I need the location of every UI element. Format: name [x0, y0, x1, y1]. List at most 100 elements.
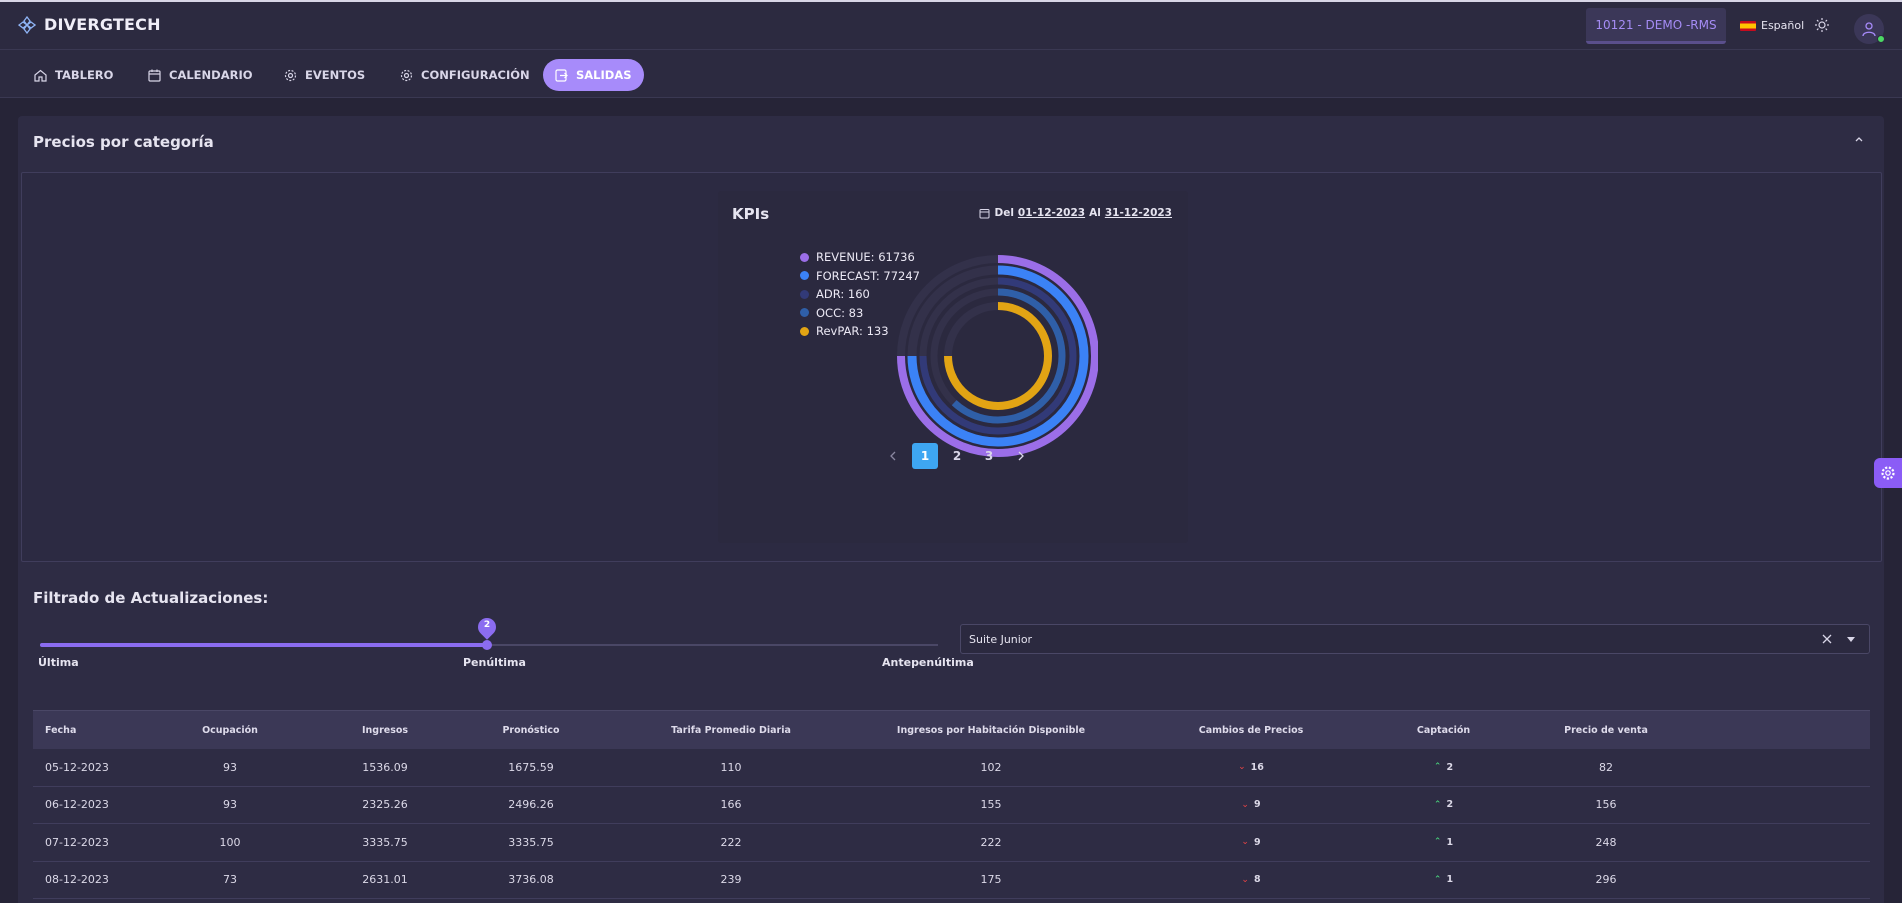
- online-status-dot: [1877, 35, 1885, 43]
- language-selector[interactable]: Español: [1740, 19, 1804, 32]
- pagination: 1 2 3: [880, 443, 1034, 469]
- chevron-right-icon: [1018, 451, 1024, 461]
- legend-item-revpar: RevPAR: 133: [800, 322, 920, 341]
- date-mid: Al: [1089, 207, 1101, 219]
- logo-icon: [18, 15, 36, 34]
- cell-price-changes: ⌄ 9: [1121, 799, 1381, 810]
- next-page-button[interactable]: [1008, 443, 1034, 469]
- spain-flag-icon: [1740, 20, 1756, 31]
- legend-dot: [800, 252, 809, 262]
- cell-occupancy: 100: [219, 835, 241, 849]
- nav-calendario[interactable]: CALENDARIO: [136, 59, 265, 91]
- page-button-2[interactable]: 2: [944, 443, 970, 469]
- arrow-up-icon: ⌃: [1433, 874, 1442, 885]
- column-header[interactable]: Fecha: [33, 725, 151, 736]
- nav-label: CONFIGURACIÓN: [421, 68, 530, 82]
- legend-item-revenue: REVENUE: 61736: [800, 248, 920, 267]
- cell-date: 07-12-2023: [45, 835, 109, 849]
- calendar-icon: [979, 208, 990, 218]
- language-label: Español: [1761, 19, 1805, 32]
- arrow-down-icon: ⌄: [1241, 837, 1249, 848]
- cell-forecast: 3335.75: [508, 835, 554, 849]
- filter-title: Filtrado de Actualizaciones:: [33, 589, 269, 607]
- cell-price-changes: ⌄ 8: [1121, 874, 1381, 885]
- cell-revenue: 1536.09: [362, 760, 408, 774]
- room-type-select[interactable]: Suite Junior: [960, 624, 1870, 654]
- chart-legend: REVENUE: 61736 FORECAST: 77247 ADR: 160 …: [800, 248, 920, 341]
- column-header[interactable]: Tarifa Promedio Diaria: [601, 725, 861, 736]
- column-header[interactable]: Precio de venta: [1506, 725, 1706, 736]
- table-row[interactable]: 08-12-2023 73 2631.01 3736.08 239 175 ⌄ 8…: [33, 862, 1870, 899]
- pickup-value: 1: [1446, 874, 1454, 886]
- page-button-3[interactable]: 3: [976, 443, 1002, 469]
- arrow-down-icon: ⌄: [1241, 874, 1249, 885]
- slider-handle[interactable]: [482, 640, 492, 650]
- cell-revpar: 175: [980, 873, 1002, 887]
- table-row[interactable]: 05-12-2023 93 1536.09 1675.59 110 102 ⌄ 1…: [33, 749, 1870, 787]
- table-row[interactable]: 07-12-2023 100 3335.75 3335.75 222 222 ⌄…: [33, 824, 1870, 862]
- table-header: Fecha Ocupación Ingresos Pronóstico Tari…: [33, 710, 1870, 749]
- legend-dot: [800, 271, 809, 281]
- gear-icon: [1881, 466, 1895, 480]
- legend-label: OCC: 83: [816, 305, 864, 320]
- date-to[interactable]: 31-12-2023: [1105, 207, 1172, 219]
- table-row[interactable]: 06-12-2023 93 2325.26 2496.26 166 155 ⌄ 9…: [33, 787, 1870, 824]
- page-button-1[interactable]: 1: [912, 443, 938, 469]
- date-range[interactable]: Del 01-12-2023 Al 31-12-2023: [979, 207, 1172, 219]
- main-nav: TABLERO CALENDARIO EVENTOS CONFIGURACIÓN…: [0, 50, 1902, 98]
- settings-button[interactable]: [1874, 458, 1902, 488]
- user-icon: [1862, 22, 1876, 37]
- slider-label-penultima[interactable]: Penúltima: [463, 656, 526, 669]
- cell-adr: 166: [720, 798, 742, 812]
- nav-salidas[interactable]: SALIDAS: [543, 59, 644, 91]
- prev-page-button[interactable]: [880, 443, 906, 469]
- pickup-value: 2: [1446, 799, 1454, 811]
- slider-label-antepenultima[interactable]: Antepenúltima: [882, 656, 974, 669]
- date-from[interactable]: 01-12-2023: [1018, 207, 1085, 219]
- gear-icon: [400, 69, 413, 81]
- cell-pickup: ⌃ 2: [1381, 799, 1506, 810]
- column-header[interactable]: Ingresos por Habitación Disponible: [861, 725, 1121, 736]
- cell-forecast: 3736.08: [508, 873, 554, 887]
- price-changes-value: 8: [1253, 874, 1261, 886]
- column-header[interactable]: Ocupación: [151, 725, 309, 736]
- cell-forecast: 1675.59: [508, 760, 554, 774]
- arrow-up-icon: ⌃: [1433, 762, 1442, 773]
- theme-toggle-icon[interactable]: [1814, 17, 1830, 33]
- user-avatar[interactable]: [1854, 14, 1885, 44]
- legend-dot: [800, 308, 809, 318]
- update-slider[interactable]: 2 Última Penúltima Antepenúltima: [38, 614, 974, 673]
- cell-revenue: 2325.26: [362, 798, 408, 812]
- brand[interactable]: DIVERGTECH: [18, 15, 161, 34]
- nav-configuracion[interactable]: CONFIGURACIÓN: [388, 59, 542, 91]
- kpi-panel: KPIs Del 01-12-2023 Al 31-12-2023 REVENU…: [21, 172, 1882, 562]
- clear-icon[interactable]: [1821, 633, 1833, 645]
- column-header[interactable]: Cambios de Precios: [1121, 725, 1381, 736]
- cell-price-changes: ⌄ 16: [1121, 762, 1381, 773]
- cell-sale-price: 248: [1595, 835, 1617, 849]
- cell-revpar: 155: [980, 798, 1002, 812]
- column-header[interactable]: Captación: [1381, 725, 1506, 736]
- column-header[interactable]: Pronóstico: [461, 725, 601, 736]
- chevron-up-icon[interactable]: [1854, 134, 1864, 144]
- date-prefix: Del: [994, 207, 1014, 219]
- column-header[interactable]: Ingresos: [309, 725, 461, 736]
- nav-label: TABLERO: [55, 68, 114, 82]
- cell-sale-price: 296: [1595, 873, 1617, 887]
- nav-tablero[interactable]: TABLERO: [22, 59, 125, 91]
- cell-forecast: 2496.26: [508, 798, 554, 812]
- arrow-down-icon: ⌄: [1241, 799, 1249, 810]
- cell-revpar: 102: [980, 760, 1002, 774]
- nav-eventos[interactable]: EVENTOS: [272, 59, 377, 91]
- cell-price-changes: ⌄ 9: [1121, 837, 1381, 848]
- caret-down-icon[interactable]: [1847, 637, 1855, 643]
- cell-occupancy: 93: [223, 760, 237, 774]
- room-type-value: Suite Junior: [969, 633, 1033, 646]
- cell-sale-price: 156: [1595, 798, 1617, 812]
- cell-pickup: ⌃ 1: [1381, 837, 1506, 848]
- section-title: Precios por categoría: [33, 133, 214, 151]
- cell-occupancy: 73: [223, 873, 237, 887]
- slider-label-ultima[interactable]: Última: [38, 656, 79, 669]
- property-selector[interactable]: 10121 - DEMO -RMS: [1586, 8, 1726, 44]
- cell-date: 06-12-2023: [45, 798, 109, 812]
